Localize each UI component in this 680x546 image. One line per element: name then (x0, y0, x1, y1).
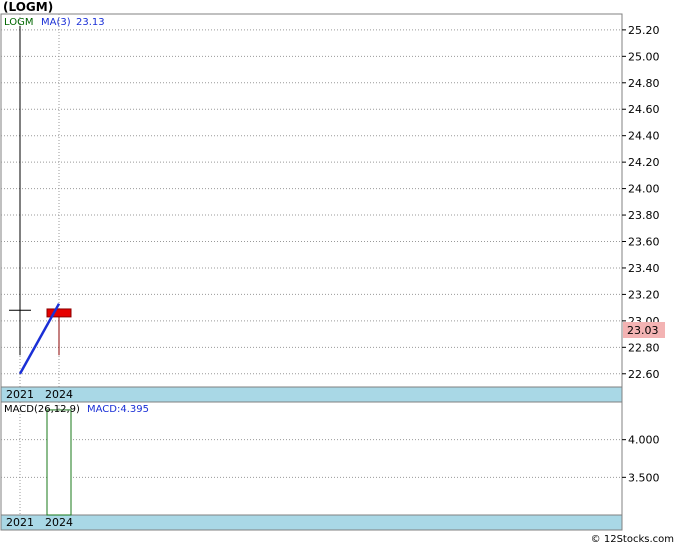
macd-legend-label: MACD(26,12,9) (4, 404, 80, 415)
legend-ma-label: MA(3) (41, 17, 71, 28)
price-y-tick-label: 22.80 (628, 341, 660, 354)
macd-x-tick-label: 2021 (6, 516, 34, 529)
macd-marks (46, 409, 72, 516)
price-y-tick-label: 23.60 (628, 236, 660, 249)
macd-bar-2024 (46, 409, 72, 516)
macd-time-band (0, 514, 623, 531)
price-y-tick-label: 24.00 (628, 183, 660, 196)
price-y-tick-label: 25.20 (628, 24, 660, 37)
price-y-tick-label: 24.20 (628, 156, 660, 169)
price-panel-frame (0, 13, 623, 403)
copyright: © 12Stocks.com (590, 534, 674, 545)
macd-x-tick-label: 2024 (45, 516, 73, 529)
legend-ticker: LOGM (4, 17, 33, 28)
legend-ma-value: 23.13 (76, 17, 105, 28)
price-y-tick-label: 23.40 (628, 262, 660, 275)
price-y-tick-label: 24.60 (628, 103, 660, 116)
price-y-tick-label: 24.80 (628, 77, 660, 90)
price-y-tick-label: 25.00 (628, 50, 660, 63)
macd-y-axis: 4.000 3.500 (628, 434, 660, 485)
price-y-tick-label: 22.60 (628, 368, 660, 381)
macd-y-tick-label: 3.500 (628, 471, 660, 484)
price-y-tick-label: 23.80 (628, 209, 660, 222)
price-time-band (0, 386, 623, 403)
stock-chart: 2021 2024 25.20 25.00 24.80 24.60 24.40 24.20 2… (0, 13, 665, 531)
macd-y-tick-label: 4.000 (628, 434, 660, 447)
price-y-tick-label: 24.40 (628, 130, 660, 143)
macd-panel-frame (0, 401, 623, 531)
price-y-tick-label: 23.20 (628, 288, 660, 301)
price-x-tick-label: 2021 (6, 388, 34, 401)
macd-legend-value: MACD:4.395 (87, 404, 149, 415)
last-price-label: 23.03 (627, 324, 659, 337)
candle-body-2024 (46, 308, 72, 318)
price-x-tick-label: 2024 (45, 388, 73, 401)
